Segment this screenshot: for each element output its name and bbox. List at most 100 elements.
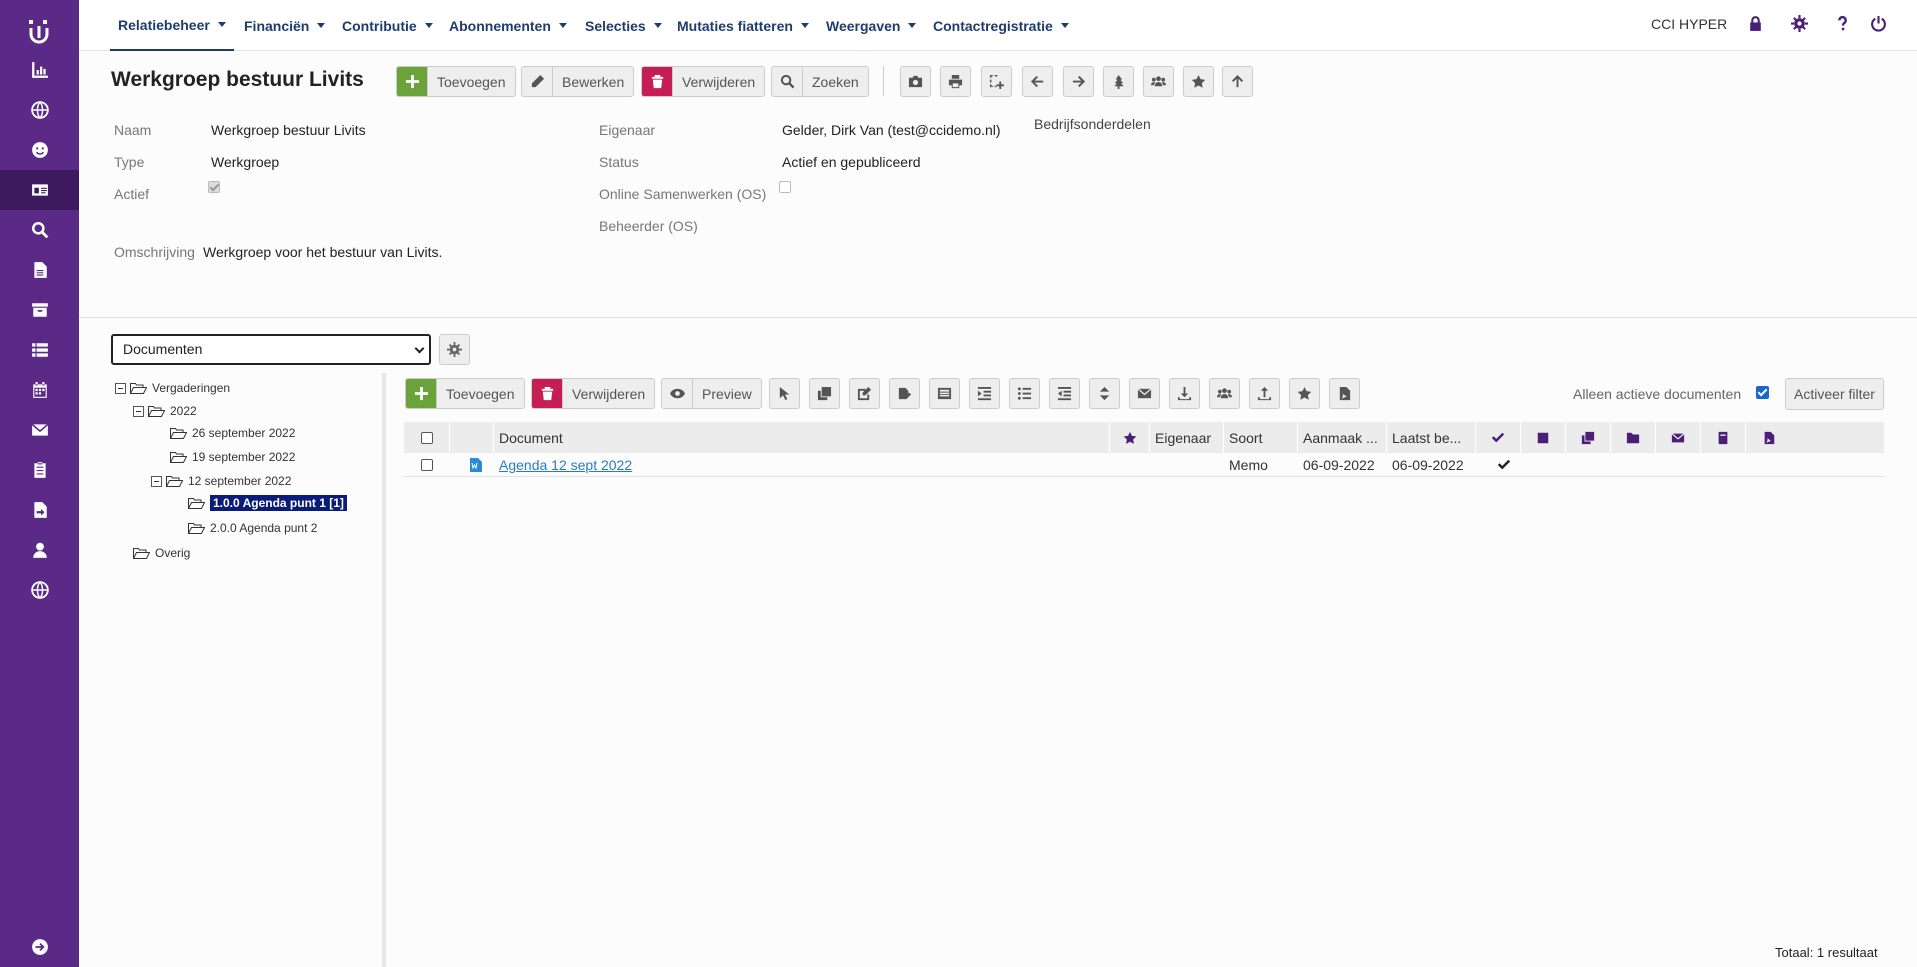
nav-financien[interactable]: Financiën <box>244 0 326 51</box>
nav-selecties[interactable]: Selecties <box>585 0 662 51</box>
tree-node-12-september-2022[interactable]: 12 september 2022 <box>151 472 291 490</box>
sidebar-search-icon[interactable] <box>0 210 79 250</box>
cursor-select-icon[interactable] <box>769 378 800 409</box>
sidebar-chart-icon[interactable] <box>0 50 79 90</box>
document-link[interactable]: Agenda 12 sept 2022 <box>499 457 632 473</box>
sidebar-globe-icon-2[interactable] <box>0 570 79 610</box>
bullet-list-icon[interactable] <box>1009 378 1040 409</box>
table-row[interactable]: Agenda 12 sept 2022 Memo 06-09-2022 06-0… <box>404 453 1884 477</box>
section-divider <box>79 317 1917 318</box>
star-icon[interactable] <box>1183 66 1214 97</box>
sidebar-mail-icon[interactable] <box>0 410 79 450</box>
nav-contactregistratie[interactable]: Contactregistratie <box>933 0 1069 51</box>
tree-node-agenda-punt-2[interactable]: 2.0.0 Agenda punt 2 <box>188 519 317 537</box>
caret-down-icon <box>1060 23 1069 28</box>
select-all-checkbox[interactable] <box>420 431 433 444</box>
settings-gear-icon[interactable] <box>1789 13 1809 33</box>
view-select[interactable]: Documenten <box>111 334 431 365</box>
power-icon[interactable] <box>1868 13 1888 33</box>
copy-icon[interactable] <box>809 378 840 409</box>
indent-icon[interactable] <box>969 378 1000 409</box>
collapse-icon[interactable] <box>133 405 144 417</box>
doc-preview-button[interactable]: Preview <box>661 378 762 409</box>
view-settings-gear-icon[interactable] <box>439 334 470 365</box>
pdf-column-header[interactable] <box>1746 422 1791 453</box>
type-column-header[interactable] <box>450 422 494 453</box>
help-icon[interactable] <box>1832 13 1852 33</box>
copy-column-header[interactable] <box>1566 422 1611 453</box>
mail-icon[interactable] <box>1129 378 1160 409</box>
arrow-up-icon[interactable] <box>1222 66 1253 97</box>
edit-document-icon[interactable] <box>849 378 880 409</box>
active-documents-checkbox[interactable] <box>1756 386 1769 399</box>
mail-column-header[interactable] <box>1656 422 1701 453</box>
folder-open-icon <box>170 451 187 463</box>
caret-down-icon <box>653 23 662 28</box>
sidebar-id-card-icon[interactable] <box>0 170 79 210</box>
sidebar-document-icon[interactable] <box>0 250 79 290</box>
add-button[interactable]: Toevoegen <box>396 66 516 97</box>
nav-relatiebeheer[interactable]: Relatiebeheer <box>110 0 234 51</box>
arrow-right-icon[interactable] <box>1063 66 1094 97</box>
aanmaak-column-header[interactable]: Aanmaak ... <box>1298 422 1387 453</box>
sidebar-logout-icon[interactable] <box>0 927 79 967</box>
laatst-column-header[interactable]: Laatst be... <box>1387 422 1476 453</box>
sidebar-list-icon[interactable] <box>0 330 79 370</box>
collapse-icon[interactable] <box>151 475 162 487</box>
sidebar-archive-icon[interactable] <box>0 290 79 330</box>
tree-node-2022[interactable]: 2022 <box>133 402 197 420</box>
signature-icon[interactable] <box>889 378 920 409</box>
search-button[interactable]: Zoeken <box>771 66 869 97</box>
users-icon[interactable] <box>1143 66 1174 97</box>
sidebar-smiley-icon[interactable] <box>0 130 79 170</box>
lock-icon[interactable] <box>1745 13 1765 33</box>
tree-icon[interactable] <box>1103 66 1134 97</box>
folder-column-header[interactable] <box>1611 422 1656 453</box>
sidebar-globe-icon[interactable] <box>0 90 79 130</box>
collapse-icon[interactable] <box>115 382 126 394</box>
check-column-header[interactable] <box>1476 422 1521 453</box>
tree-node-agenda-punt-1[interactable]: 1.0.0 Agenda punt 1 [1] <box>188 494 347 512</box>
activate-filter-button[interactable]: Activeer filter <box>1785 378 1884 410</box>
sidebar-clipboard-icon[interactable] <box>0 450 79 490</box>
nav-label: Weergaven <box>826 17 901 34</box>
sidebar-calendar-icon[interactable] <box>0 370 79 410</box>
nav-mutaties-fiatteren[interactable]: Mutaties fiatteren <box>677 0 809 51</box>
nav-contributie[interactable]: Contributie <box>342 0 433 51</box>
doc-delete-button[interactable]: Verwijderen <box>531 378 656 409</box>
row-checkbox[interactable] <box>421 459 433 471</box>
sort-icon[interactable] <box>1089 378 1120 409</box>
list-detail-icon[interactable] <box>929 378 960 409</box>
star-icon[interactable] <box>1289 378 1320 409</box>
tree-node-overig[interactable]: Overig <box>133 544 190 562</box>
nav-weergaven[interactable]: Weergaven <box>826 0 917 51</box>
pane-splitter[interactable] <box>382 373 386 967</box>
app-logo[interactable] <box>27 16 51 44</box>
upload-icon[interactable] <box>1249 378 1280 409</box>
book-column-header[interactable] <box>1701 422 1746 453</box>
print-icon[interactable] <box>940 66 971 97</box>
sidebar-user-icon[interactable] <box>0 530 79 570</box>
tree-node-26-september-2022[interactable]: 26 september 2022 <box>170 424 295 442</box>
tree-node-vergaderingen[interactable]: Vergaderingen <box>115 379 230 397</box>
camera-icon[interactable] <box>900 66 931 97</box>
nav-abonnementen[interactable]: Abonnementen <box>449 0 567 51</box>
delete-button[interactable]: Verwijderen <box>641 66 766 97</box>
arrow-left-icon[interactable] <box>1022 66 1053 97</box>
status-value: Actief en gepubliceerd <box>782 154 921 170</box>
tree-node-19-september-2022[interactable]: 19 september 2022 <box>170 448 295 466</box>
sidebar-file-export-icon[interactable] <box>0 490 79 530</box>
outdent-icon[interactable] <box>1049 378 1080 409</box>
doc-add-button[interactable]: Toevoegen <box>405 378 525 409</box>
eigenaar-column-header[interactable]: Eigenaar <box>1150 422 1224 453</box>
pdf-icon[interactable] <box>1329 378 1360 409</box>
soort-column-header[interactable]: Soort <box>1224 422 1298 453</box>
square-column-header[interactable] <box>1521 422 1566 453</box>
document-column-header[interactable]: Document <box>494 422 1110 453</box>
users-icon[interactable] <box>1209 378 1240 409</box>
edit-button[interactable]: Bewerken <box>521 66 635 97</box>
download-icon[interactable] <box>1169 378 1200 409</box>
add-selection-icon[interactable] <box>981 66 1012 97</box>
pencil-icon <box>522 67 552 96</box>
favorite-column-header[interactable] <box>1110 422 1150 453</box>
